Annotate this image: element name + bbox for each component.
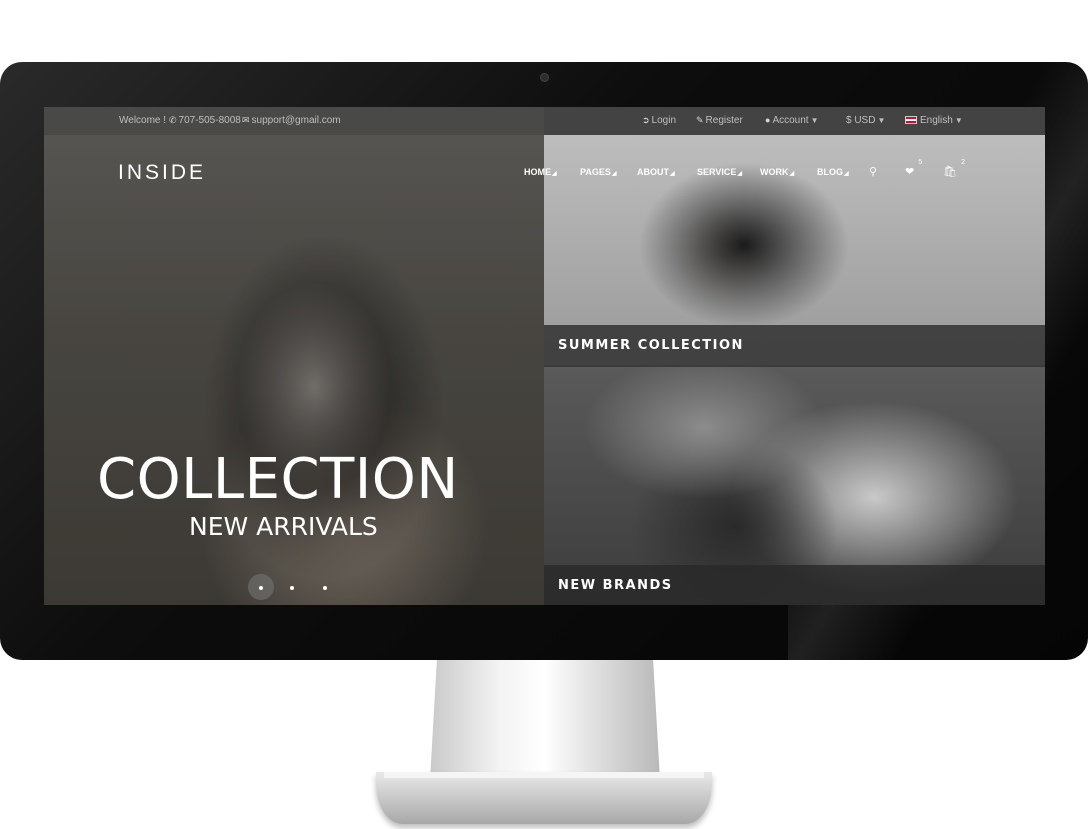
webcam: [540, 73, 549, 82]
shopping-bag-icon: 🛍: [943, 166, 957, 178]
language-dropdown[interactable]: English ▼: [905, 115, 963, 126]
pencil-icon: ✎: [696, 115, 704, 125]
nav-home[interactable]: HOME◢: [524, 167, 557, 177]
currency-label: $ USD: [846, 115, 876, 126]
nav-service[interactable]: SERVICE◢: [697, 167, 742, 177]
envelope-icon: ✉: [242, 115, 250, 125]
login-label: Login: [651, 115, 677, 126]
currency-dropdown[interactable]: $ USD ▼: [846, 115, 885, 126]
nav-about-label: ABOUT: [637, 167, 669, 177]
chevron-down-icon: ▼: [877, 116, 886, 125]
nav-work[interactable]: WORK◢: [760, 167, 794, 177]
monitor-stand-base-top: [384, 772, 704, 778]
nav-about[interactable]: ABOUT◢: [637, 167, 675, 177]
hero-subtitle: NEW ARRIVALS: [189, 512, 378, 541]
user-icon: ●: [765, 115, 771, 125]
website-screen: COLLECTION NEW ARRIVALS SUMMER COLLECTIO…: [44, 107, 1045, 605]
nav-caret-icon: ◢: [670, 171, 675, 177]
nav-caret-icon: ◢: [611, 171, 617, 177]
nav-caret-icon: ◢: [552, 171, 557, 177]
email-contact[interactable]: ✉ support@gmail.com: [242, 115, 341, 126]
phone-number: 707-505-8008: [178, 115, 241, 126]
summer-collection-banner[interactable]: SUMMER COLLECTION: [544, 135, 1045, 365]
login-link[interactable]: ➲ Login: [642, 115, 676, 126]
account-dropdown[interactable]: ● Account ▼: [765, 115, 819, 126]
nav-pages[interactable]: PAGES◢: [580, 167, 616, 177]
phone-contact[interactable]: ✆ 707-505-8008: [169, 115, 241, 126]
wishlist-count-badge: 5: [918, 159, 923, 166]
cart-count-badge: 2: [961, 159, 965, 166]
nav-caret-icon: ◢: [844, 171, 849, 177]
register-link[interactable]: ✎ Register: [696, 115, 743, 126]
welcome-text: Welcome !: [119, 115, 167, 126]
nav-caret-icon: ◢: [737, 171, 742, 177]
nav-caret-icon: ◢: [789, 171, 795, 177]
cart-button[interactable]: 🛍 2: [943, 159, 965, 178]
language-label: English: [920, 115, 953, 126]
heart-icon: ❤: [905, 166, 915, 178]
monitor-stand-base: [376, 772, 712, 824]
summer-collection-caption: SUMMER COLLECTION: [544, 325, 1045, 365]
sign-in-icon: ➲: [642, 115, 650, 125]
chevron-down-icon: ▼: [810, 116, 819, 125]
chevron-down-icon: ▼: [954, 116, 963, 125]
search-icon[interactable]: ⚲: [869, 165, 877, 178]
register-label: Register: [705, 115, 743, 126]
email-address: support@gmail.com: [251, 115, 341, 126]
slider-dot-2[interactable]: [290, 586, 294, 590]
new-brands-banner[interactable]: NEW BRANDS: [544, 367, 1045, 605]
hero-title: COLLECTION: [97, 447, 459, 512]
nav-blog[interactable]: BLOG◢: [817, 167, 849, 177]
phone-icon: ✆: [169, 115, 177, 125]
nav-pages-label: PAGES: [580, 167, 611, 177]
slider-dot-3[interactable]: [323, 586, 327, 590]
flag-icon: [905, 116, 917, 124]
site-logo[interactable]: INSIDE: [118, 161, 206, 185]
nav-work-label: WORK: [760, 167, 789, 177]
nav-blog-label: BLOG: [817, 167, 843, 177]
account-label: Account: [772, 115, 809, 126]
monitor-stand-neck: [430, 660, 660, 780]
wishlist-button[interactable]: ❤ 5: [905, 159, 922, 178]
new-brands-caption: NEW BRANDS: [544, 565, 1045, 605]
nav-service-label: SERVICE: [697, 167, 737, 177]
top-bar: Welcome ! ✆ 707-505-8008 ✉ support@gmail.c…: [44, 107, 1045, 135]
slider-dot-1[interactable]: [259, 586, 263, 590]
nav-home-label: HOME: [524, 167, 551, 177]
